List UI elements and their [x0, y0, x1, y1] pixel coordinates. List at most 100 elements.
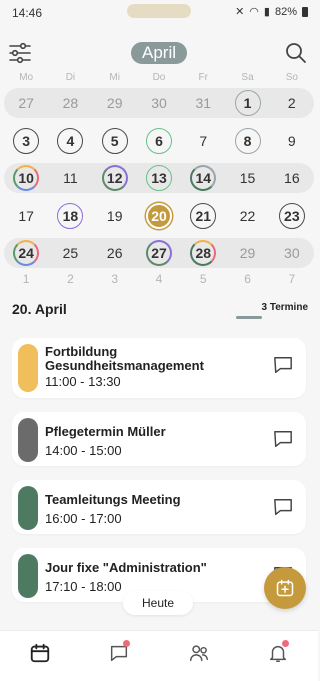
weekday-label: Fr — [198, 72, 208, 83]
calendar-day[interactable]: 30 — [270, 238, 314, 268]
weekday-label: Mo — [19, 72, 34, 83]
calendar-day[interactable]: 12 — [93, 163, 137, 193]
calendar-day[interactable]: 28 — [48, 88, 92, 118]
calendar-day[interactable]: 21 — [181, 201, 225, 231]
calendar-icon — [30, 643, 49, 663]
calendar-day[interactable]: 13 — [137, 163, 181, 193]
event-title: Jour fixe "Administration" — [45, 560, 207, 575]
calendar-day[interactable]: 23 — [270, 201, 314, 231]
people-icon — [189, 645, 208, 662]
add-event-button[interactable] — [264, 567, 306, 609]
calendar-day-number: 15 — [239, 170, 256, 186]
calendar-day-number: 14 — [190, 165, 217, 191]
weekday-label: Mi — [109, 72, 120, 83]
calendar-day-number: 24 — [13, 240, 40, 266]
filter-icon[interactable] — [8, 41, 32, 65]
appointment-count: 3 Termine — [261, 302, 309, 313]
calendar-day[interactable]: 24 — [4, 238, 48, 268]
event-card[interactable]: Fortbildung Gesundheitsmanagement 11:00 -… — [12, 338, 306, 398]
calendar-day-number: 17 — [18, 207, 34, 224]
today-button[interactable]: Heute — [123, 591, 193, 615]
status-icons: ✕ ◠ ▮ 82% — [235, 5, 308, 18]
calendar-day[interactable]: 20 — [137, 201, 181, 231]
calendar-day-number: 7 — [199, 132, 208, 149]
count-indicator — [236, 316, 262, 319]
calendar-day[interactable]: 17 — [4, 201, 48, 231]
calendar-day[interactable]: 31 — [181, 88, 225, 118]
calendar-day-number: 10 — [13, 165, 40, 191]
page-number: 7 — [288, 272, 296, 286]
weekday-header: Mo Di Mi Do Fr Sa So — [4, 72, 314, 86]
event-card[interactable]: Pflegetermin Müller 14:00 - 15:00 — [12, 412, 306, 466]
calendar-day-number: 18 — [57, 202, 84, 229]
calendar-add-icon — [276, 579, 294, 597]
calendar-day[interactable]: 27 — [137, 238, 181, 268]
status-time: 14:46 — [12, 6, 43, 20]
event-title: Teamleitungs Meeting — [45, 492, 181, 507]
calendar-day[interactable]: 25 — [48, 238, 92, 268]
calendar-day-number: 1 — [234, 90, 261, 116]
search-icon[interactable] — [284, 41, 308, 65]
calendar-day[interactable]: 5 — [93, 126, 137, 156]
calendar-day-number: 20 — [145, 202, 172, 229]
event-title: Pflegetermin Müller — [45, 424, 166, 439]
calendar-week-row: 17 18 19 20 21 22 23 — [4, 201, 314, 231]
calendar-day[interactable]: 1 — [225, 88, 269, 118]
calendar-day[interactable]: 29 — [225, 238, 269, 268]
event-time: 14:00 - 15:00 — [45, 443, 122, 458]
page-number: 5 — [199, 272, 207, 286]
calendar-day[interactable]: 7 — [181, 126, 225, 156]
month-selector[interactable]: April — [131, 42, 187, 64]
event-color-bar — [18, 486, 38, 530]
calendar-day[interactable]: 29 — [93, 88, 137, 118]
calendar-day-number: 16 — [284, 170, 300, 186]
calendar-day[interactable]: 10 — [4, 163, 48, 193]
calendar-day[interactable]: 2 — [270, 88, 314, 118]
calendar-day-number: 2 — [287, 95, 296, 111]
calendar-day[interactable]: 4 — [48, 126, 92, 156]
page-indicator: 1 2 3 4 5 6 7 — [4, 272, 314, 286]
calendar-day[interactable]: 6 — [137, 126, 181, 156]
nav-chat[interactable] — [80, 631, 160, 681]
weekday-label: So — [285, 72, 298, 83]
event-title: Fortbildung Gesundheitsmanagement — [45, 344, 204, 373]
status-bar: 14:46 ✕ ◠ ▮ 82% — [0, 0, 318, 26]
comment-icon[interactable] — [272, 355, 294, 375]
calendar-day-number: 26 — [106, 245, 123, 261]
nav-team[interactable] — [159, 631, 239, 681]
event-color-bar — [18, 554, 38, 598]
calendar-day-number: 31 — [195, 95, 212, 111]
calendar-grid: 27 28 29 30 31 1 2 3 4 5 6 7 8 9 10 11 12 13 14 15 16 17 18 19 2… — [4, 88, 314, 276]
event-card[interactable]: Teamleitungs Meeting 16:00 - 17:00 — [12, 480, 306, 534]
event-list: Fortbildung Gesundheitsmanagement 11:00 -… — [12, 338, 306, 616]
calendar-day-number: 25 — [62, 245, 79, 261]
calendar-day-number: 30 — [284, 245, 300, 261]
calendar-day[interactable]: 15 — [225, 163, 269, 193]
calendar-day[interactable]: 11 — [48, 163, 92, 193]
comment-icon[interactable] — [272, 497, 294, 517]
calendar-day-number: 30 — [151, 95, 167, 111]
page-number: 1 — [22, 272, 30, 286]
calendar-day[interactable]: 26 — [93, 238, 137, 268]
calendar-day[interactable]: 18 — [48, 201, 92, 231]
calendar-day[interactable]: 8 — [225, 126, 269, 156]
calendar-day-number: 13 — [145, 165, 172, 191]
calendar-day[interactable]: 19 — [93, 201, 137, 231]
calendar-day[interactable]: 14 — [181, 163, 225, 193]
calendar-day[interactable]: 16 — [270, 163, 314, 193]
nav-calendar[interactable] — [0, 631, 80, 681]
comment-icon[interactable] — [272, 429, 294, 449]
page-number: 2 — [67, 272, 74, 286]
calendar-day[interactable]: 28 — [181, 238, 225, 268]
calendar-day[interactable]: 9 — [270, 126, 314, 156]
calendar-day[interactable]: 22 — [225, 201, 269, 231]
calendar-day[interactable]: 27 — [4, 88, 48, 118]
calendar-day[interactable]: 3 — [4, 126, 48, 156]
calendar-day-number: 27 — [18, 95, 34, 111]
calendar-day-number: 28 — [190, 240, 217, 266]
calendar-day-number: 28 — [62, 95, 79, 111]
battery-level: 82% — [274, 5, 297, 18]
calendar-day-number: 8 — [234, 127, 261, 154]
nav-notifications[interactable] — [239, 631, 319, 681]
calendar-day[interactable]: 30 — [137, 88, 181, 118]
